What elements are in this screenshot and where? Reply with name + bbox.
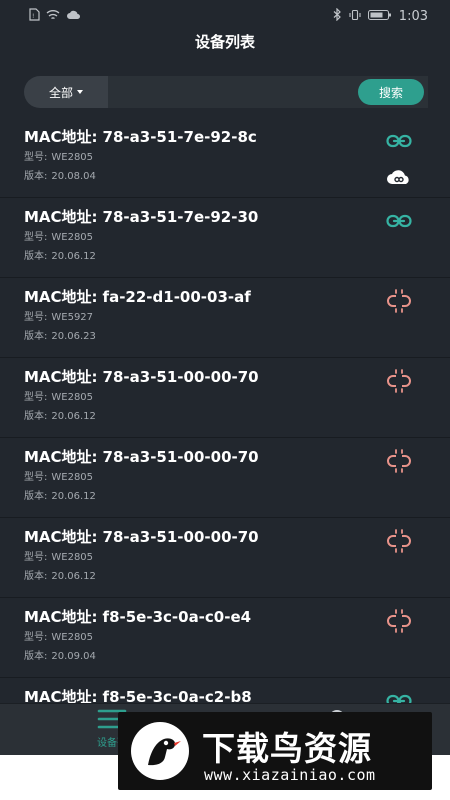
mac-label: MAC地址:	[24, 528, 98, 546]
model-label: 型号:	[24, 472, 48, 483]
version-value: 20.06.12	[51, 251, 96, 262]
model-label: 型号:	[24, 552, 48, 563]
model-value: WE2805	[51, 152, 94, 163]
version-label: 版本:	[24, 251, 48, 262]
model-value: WE5927	[51, 312, 94, 323]
version-value: 20.06.12	[51, 411, 96, 422]
version-label: 版本:	[24, 651, 48, 662]
version-label: 版本:	[24, 331, 48, 342]
link-icon[interactable]	[386, 128, 412, 154]
model-label: 型号:	[24, 632, 48, 643]
mac-label: MAC地址:	[24, 288, 98, 306]
watermark-title: 下载鸟资源	[202, 729, 372, 768]
mac-label: MAC地址:	[24, 608, 98, 626]
mac-value: 78-a3-51-00-00-70	[102, 528, 259, 546]
bluetooth-icon	[333, 7, 342, 24]
broken-link-icon[interactable]	[386, 448, 412, 474]
page-title: 设备列表	[194, 33, 255, 51]
vibrate-icon	[349, 9, 361, 24]
mac-value: 78-a3-51-00-00-70	[102, 448, 259, 466]
model-value: WE2805	[51, 472, 94, 483]
device-version: 版本: 20.06.12	[24, 410, 450, 424]
device-version: 版本: 20.09.04	[24, 650, 450, 664]
cloud-status-icon	[66, 9, 81, 23]
model-label: 型号:	[24, 152, 48, 163]
device-row[interactable]: MAC地址: 78-a3-51-7e-92-30 型号: WE2805 版本: 20.06…	[0, 198, 450, 278]
device-row[interactable]: MAC地址: 78-a3-51-00-00-70 型号: WE2805 版本: 20.06…	[0, 518, 450, 598]
mac-value: fa-22-d1-00-03-af	[102, 288, 251, 306]
caret-down-icon	[77, 90, 83, 94]
model-value: WE2805	[51, 232, 94, 243]
bird-logo-icon	[130, 721, 190, 781]
broken-link-icon[interactable]	[386, 528, 412, 554]
broken-link-icon[interactable]	[386, 608, 412, 634]
version-value: 20.06.12	[51, 571, 96, 582]
device-row[interactable]: MAC地址: 78-a3-51-00-00-70 型号: WE2805 版本: 20.06…	[0, 358, 450, 438]
device-list: MAC地址: 78-a3-51-7e-92-8c 型号: WE2805 版本: 20.08…	[0, 118, 450, 755]
search-button[interactable]: 搜索	[358, 79, 424, 105]
watermark-url: www.xiazainiao.com	[204, 766, 376, 784]
version-label: 版本:	[24, 571, 48, 582]
version-value: 20.06.12	[51, 491, 96, 502]
mac-label: MAC地址:	[24, 208, 98, 226]
device-version: 版本: 20.06.12	[24, 570, 450, 584]
version-value: 20.09.04	[51, 651, 96, 662]
model-value: WE2805	[51, 392, 94, 403]
device-row[interactable]: MAC地址: 78-a3-51-00-00-70 型号: WE2805 版本: 20.06…	[0, 438, 450, 518]
version-value: 20.08.04	[51, 171, 96, 182]
device-version: 版本: 20.06.12	[24, 250, 450, 264]
version-label: 版本:	[24, 411, 48, 422]
status-bar: ! 1:03	[0, 0, 450, 32]
watermark-banner: 下载鸟资源 www.xiazainiao.com	[118, 712, 432, 790]
sim-card-icon: !	[28, 8, 40, 24]
broken-link-icon[interactable]	[386, 368, 412, 394]
model-label: 型号:	[24, 392, 48, 403]
device-row[interactable]: MAC地址: f8-5e-3c-0a-c0-e4 型号: WE2805 版本: 20.09…	[0, 598, 450, 678]
version-label: 版本:	[24, 491, 48, 502]
cloud-icon	[386, 168, 412, 188]
search-bar: 全部 搜索	[24, 76, 428, 108]
app-screen: ! 1:03 设备列表 全部 搜索 MAC地址: 78-a3-51-7e-92-…	[0, 0, 450, 755]
device-version: 版本: 20.06.23	[24, 330, 450, 344]
svg-text:!: !	[32, 13, 34, 20]
mac-value: 78-a3-51-7e-92-30	[102, 208, 259, 226]
filter-dropdown[interactable]: 全部	[24, 76, 108, 108]
mac-value: f8-5e-3c-0a-c0-e4	[102, 608, 252, 626]
model-value: WE2805	[51, 552, 94, 563]
mac-value: 78-a3-51-7e-92-8c	[102, 128, 257, 146]
mac-label: MAC地址:	[24, 448, 98, 466]
device-row[interactable]: MAC地址: fa-22-d1-00-03-af 型号: WE5927 版本: 20.06…	[0, 278, 450, 358]
filter-label: 全部	[48, 85, 73, 100]
wifi-icon	[46, 9, 60, 24]
battery-icon	[367, 9, 392, 24]
mac-label: MAC地址:	[24, 368, 98, 386]
model-value: WE2805	[51, 632, 94, 643]
clock: 1:03	[398, 8, 428, 24]
link-icon[interactable]	[386, 208, 412, 234]
device-version: 版本: 20.06.12	[24, 490, 450, 504]
model-label: 型号:	[24, 232, 48, 243]
model-label: 型号:	[24, 312, 48, 323]
version-label: 版本:	[24, 171, 48, 182]
broken-link-icon[interactable]	[386, 288, 412, 314]
mac-label: MAC地址:	[24, 128, 98, 146]
version-value: 20.06.23	[51, 331, 96, 342]
mac-value: 78-a3-51-00-00-70	[102, 368, 259, 386]
device-row[interactable]: MAC地址: 78-a3-51-7e-92-8c 型号: WE2805 版本: 20.08…	[0, 118, 450, 198]
